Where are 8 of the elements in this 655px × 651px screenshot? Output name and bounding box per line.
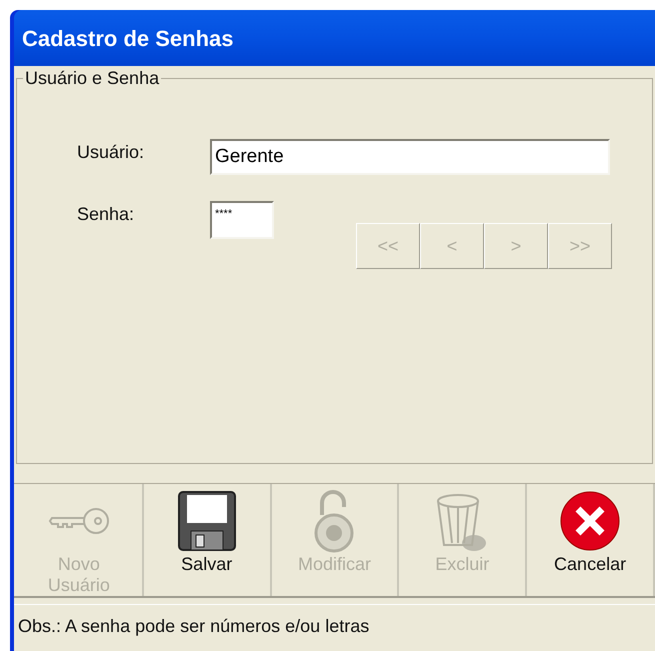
field-label: Usuário: xyxy=(77,141,146,164)
cancel-icon xyxy=(559,490,622,552)
username-field[interactable]: Gerente xyxy=(210,139,610,175)
window-title: Cadastro de Senhas xyxy=(22,24,234,52)
status-text: Obs.: A senha pode ser números e/ou letras xyxy=(18,615,370,638)
field-label: Senha: xyxy=(77,203,136,226)
password-field[interactable]: **** xyxy=(210,201,274,239)
padlock-icon xyxy=(312,489,356,553)
